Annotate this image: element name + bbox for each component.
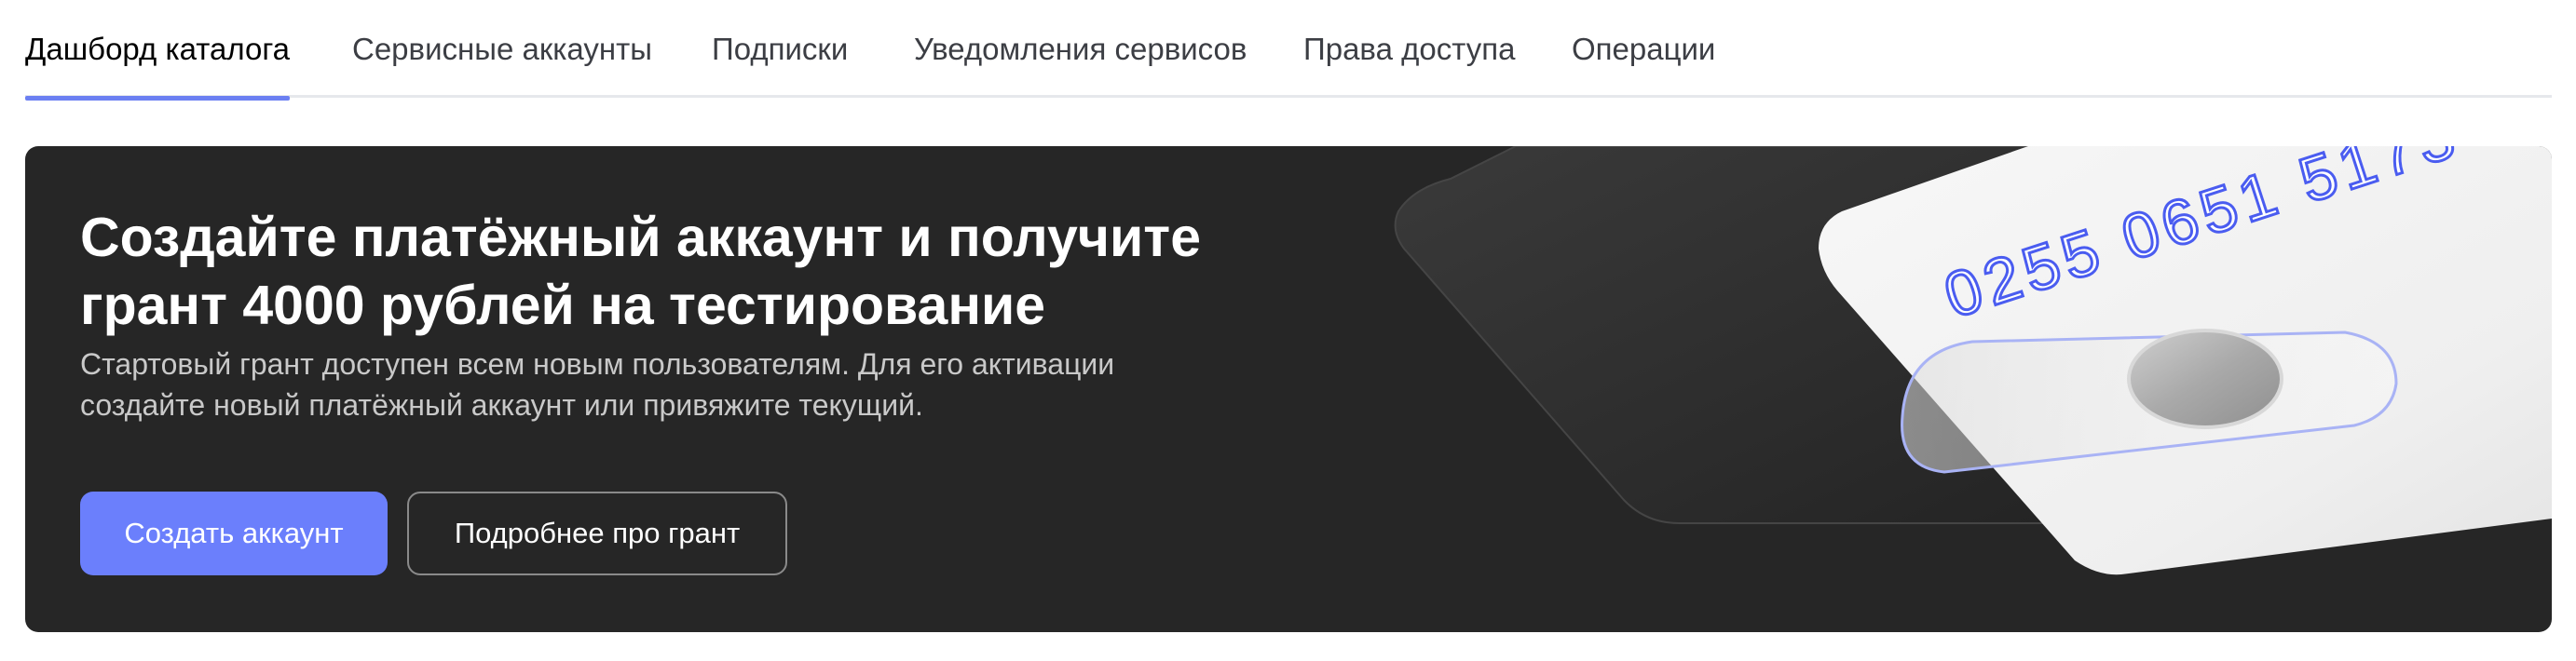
page: Дашборд каталога Сервисные аккаунты Подп… (0, 0, 2576, 661)
banner-title-line-2: грант 4000 рублей на тестирование (80, 275, 1046, 336)
banner-description-line-2: создайте новый платёжный аккаунт или при… (80, 388, 923, 422)
banner-title: Создайте платёжный аккаунт и получите гр… (80, 204, 1291, 340)
banner-description-line-1: Стартовый грант доступен всем новым поль… (80, 347, 1115, 381)
tab-bar: Дашборд каталога Сервисные аккаунты Подп… (25, 0, 2552, 101)
tab-subscriptions[interactable]: Подписки (712, 32, 848, 98)
banner-title-line-1: Создайте платёжный аккаунт и получите (80, 207, 1202, 268)
tab-service-notifications[interactable]: Уведомления сервисов (914, 32, 1247, 98)
tab-operations[interactable]: Операции (1572, 32, 1715, 98)
billing-promo-banner: 0255 0651 5173 158 Создайте платёжный ак… (25, 146, 2552, 632)
chip-knob (2127, 329, 2283, 429)
tab-access-rights[interactable]: Права доступа (1303, 32, 1515, 98)
tab-service-accounts[interactable]: Сервисные аккаунты (352, 32, 652, 98)
tab-catalog-dashboard[interactable]: Дашборд каталога (25, 32, 290, 101)
create-account-button[interactable]: Создать аккаунт (80, 492, 388, 575)
banner-description: Стартовый грант доступен всем новым поль… (80, 344, 1291, 425)
grant-details-button[interactable]: Подробнее про грант (407, 492, 787, 575)
